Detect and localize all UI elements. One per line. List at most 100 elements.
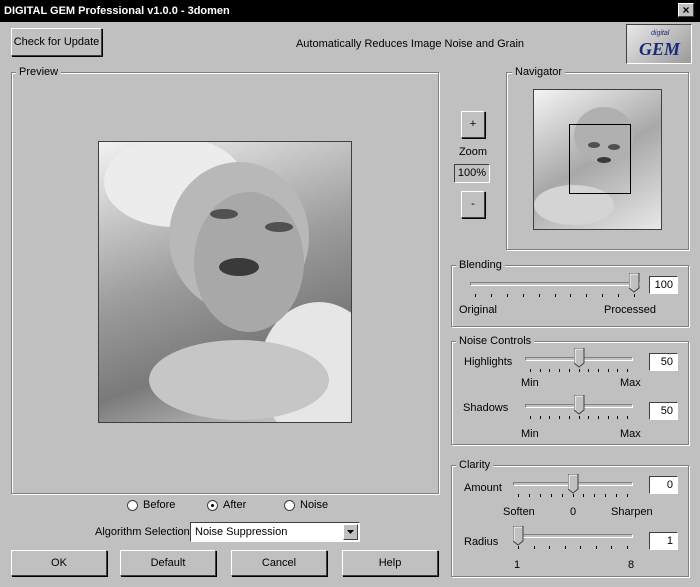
navigator-thumbnail[interactable] bbox=[533, 89, 662, 230]
close-icon: × bbox=[682, 3, 690, 17]
radius-value[interactable]: 1 bbox=[649, 532, 678, 550]
slider-tick bbox=[490, 294, 492, 297]
close-button[interactable]: × bbox=[678, 3, 694, 17]
shadows-min-label: Min bbox=[521, 428, 539, 440]
algorithm-value: Noise Suppression bbox=[195, 526, 288, 538]
preview-image[interactable] bbox=[98, 141, 352, 423]
slider-tick bbox=[627, 494, 628, 497]
shadows-max-label: Max bbox=[620, 428, 641, 440]
after-label[interactable]: After bbox=[223, 499, 246, 511]
title-bar: DIGITAL GEM Professional v1.0.0 - 3domen bbox=[0, 0, 700, 22]
noise-controls-legend: Noise Controls bbox=[456, 335, 535, 347]
radius-ticks bbox=[513, 546, 633, 550]
shadows-label: Shadows bbox=[463, 402, 509, 414]
amount-ticks bbox=[513, 494, 633, 498]
after-radio[interactable] bbox=[207, 500, 218, 511]
ok-button[interactable]: OK bbox=[11, 550, 107, 576]
slider-tick bbox=[568, 416, 570, 419]
default-button[interactable]: Default bbox=[120, 550, 216, 576]
slider-tick bbox=[518, 494, 519, 497]
highlights-slider-thumb[interactable] bbox=[573, 347, 585, 368]
slider-tick bbox=[586, 294, 588, 297]
slider-tick bbox=[617, 369, 619, 372]
slider-tick bbox=[583, 494, 585, 497]
slider-tick bbox=[602, 294, 604, 297]
slider-tick bbox=[564, 546, 566, 549]
chevron-down-icon bbox=[347, 530, 354, 534]
slider-tick bbox=[617, 416, 619, 419]
slider-tick bbox=[528, 494, 530, 497]
before-label[interactable]: Before bbox=[143, 499, 175, 511]
amount-slider-thumb[interactable] bbox=[567, 473, 579, 494]
slider-tick bbox=[607, 416, 609, 419]
slider-tick bbox=[475, 294, 476, 297]
window-title: DIGITAL GEM Professional v1.0.0 - 3domen bbox=[4, 5, 230, 17]
tagline: Automatically Reduces Image Noise and Gr… bbox=[295, 38, 525, 50]
slider-tick bbox=[549, 416, 551, 419]
slider-tick bbox=[538, 294, 540, 297]
slider-tick bbox=[616, 494, 618, 497]
slider-tick bbox=[549, 369, 551, 372]
slider-tick bbox=[588, 416, 590, 419]
blending-track bbox=[470, 282, 640, 286]
gem-logo: digital GEM bbox=[626, 24, 692, 64]
slider-tick bbox=[554, 294, 556, 297]
help-button[interactable]: Help bbox=[342, 550, 438, 576]
slider-tick bbox=[618, 294, 620, 297]
blending-ticks bbox=[470, 294, 640, 298]
slider-tick bbox=[578, 369, 580, 372]
blending-min-label: Original bbox=[459, 304, 497, 316]
slider-tick bbox=[518, 546, 519, 549]
dropdown-button[interactable] bbox=[343, 524, 358, 540]
check-for-update-button[interactable]: Check for Update bbox=[11, 28, 102, 56]
slider-tick bbox=[533, 546, 535, 549]
blending-slider-thumb[interactable] bbox=[628, 272, 640, 293]
cancel-button[interactable]: Cancel bbox=[231, 550, 327, 576]
noise-label[interactable]: Noise bbox=[300, 499, 328, 511]
navigator-legend: Navigator bbox=[512, 66, 566, 78]
zoom-label: Zoom bbox=[458, 146, 488, 158]
radius-track bbox=[513, 534, 633, 538]
slider-tick bbox=[539, 494, 541, 497]
slider-tick bbox=[530, 369, 531, 372]
slider-tick bbox=[570, 294, 572, 297]
amount-label: Amount bbox=[464, 482, 502, 494]
logo-text: GEM bbox=[639, 39, 681, 59]
highlights-label: Highlights bbox=[464, 356, 513, 368]
highlights-min-label: Min bbox=[521, 377, 539, 389]
highlights-value[interactable]: 50 bbox=[649, 353, 678, 371]
zoom-out-button[interactable]: - bbox=[461, 191, 485, 218]
slider-tick bbox=[634, 294, 635, 297]
zoom-in-button[interactable]: + bbox=[461, 111, 485, 138]
clarity-legend: Clarity bbox=[456, 459, 494, 471]
radius-slider-thumb[interactable] bbox=[512, 525, 524, 546]
slider-tick bbox=[568, 369, 570, 372]
amount-zero-label: 0 bbox=[570, 506, 577, 518]
slider-tick bbox=[580, 546, 582, 549]
radius-min-label: 1 bbox=[514, 559, 521, 571]
amount-value[interactable]: 0 bbox=[649, 476, 678, 494]
slider-tick bbox=[594, 494, 596, 497]
navigator-viewport[interactable] bbox=[569, 124, 631, 194]
before-radio[interactable] bbox=[127, 500, 138, 511]
blending-value[interactable]: 100 bbox=[649, 276, 678, 294]
noise-radio[interactable] bbox=[284, 500, 295, 511]
slider-tick bbox=[550, 494, 552, 497]
algorithm-label: Algorithm Selection bbox=[95, 526, 190, 538]
slider-tick bbox=[605, 494, 607, 497]
slider-tick bbox=[549, 546, 551, 549]
slider-tick bbox=[607, 369, 609, 372]
amount-sharpen-label: Sharpen bbox=[611, 506, 653, 518]
shadows-slider-thumb[interactable] bbox=[573, 394, 585, 415]
shadows-value[interactable]: 50 bbox=[649, 402, 678, 420]
algorithm-select[interactable]: Noise Suppression bbox=[190, 522, 360, 542]
preview-legend: Preview bbox=[16, 66, 62, 78]
blending-max-label: Processed bbox=[604, 304, 656, 316]
zoom-value: 100% bbox=[454, 164, 490, 183]
radius-max-label: 8 bbox=[628, 559, 635, 571]
blending-legend: Blending bbox=[456, 259, 505, 271]
slider-tick bbox=[522, 294, 524, 297]
slider-tick bbox=[506, 294, 508, 297]
preview-photo-icon bbox=[104, 142, 351, 422]
slider-tick bbox=[595, 546, 597, 549]
